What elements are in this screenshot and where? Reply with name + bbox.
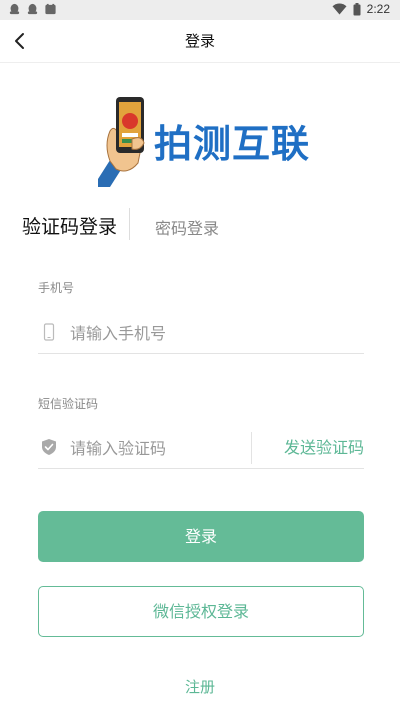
phone-icon — [43, 323, 55, 341]
send-code-button[interactable]: 发送验证码 — [284, 428, 364, 468]
page-title: 登录 — [184, 32, 215, 50]
status-time: 2:22 — [366, 2, 390, 16]
app-header: 登录 — [0, 20, 400, 63]
code-divider — [251, 432, 252, 464]
status-bar: 2:22 — [0, 0, 400, 20]
register-link[interactable]: 注册 — [0, 676, 400, 697]
tab-password-login[interactable]: 密码登录 — [155, 215, 219, 239]
shield-icon — [42, 439, 56, 455]
qq-icon — [27, 3, 38, 15]
status-bar-notifications — [8, 3, 57, 16]
logo-text: 拍测互联 — [154, 122, 311, 166]
hand-phone-logo-icon — [98, 97, 145, 187]
sms-code-label: 短信验证码 — [38, 397, 99, 411]
phone-input[interactable] — [70, 319, 270, 347]
wifi-icon — [332, 3, 347, 15]
battery-icon — [353, 2, 361, 15]
sms-code-input[interactable] — [70, 434, 270, 462]
sms-code-field[interactable]: 发送验证码 — [38, 428, 364, 469]
status-bar-system: 2:22 — [332, 2, 390, 16]
phone-field[interactable] — [38, 313, 364, 354]
tab-sms-login[interactable]: 验证码登录 — [22, 212, 117, 239]
login-button[interactable]: 登录 — [38, 511, 364, 562]
phone-label: 手机号 — [38, 281, 75, 295]
tab-divider — [129, 208, 130, 240]
notification-icon — [45, 3, 56, 15]
app-logo: 拍测互联 — [98, 95, 311, 187]
qq-icon — [9, 3, 20, 15]
wechat-login-button[interactable]: 微信授权登录 — [38, 586, 364, 637]
